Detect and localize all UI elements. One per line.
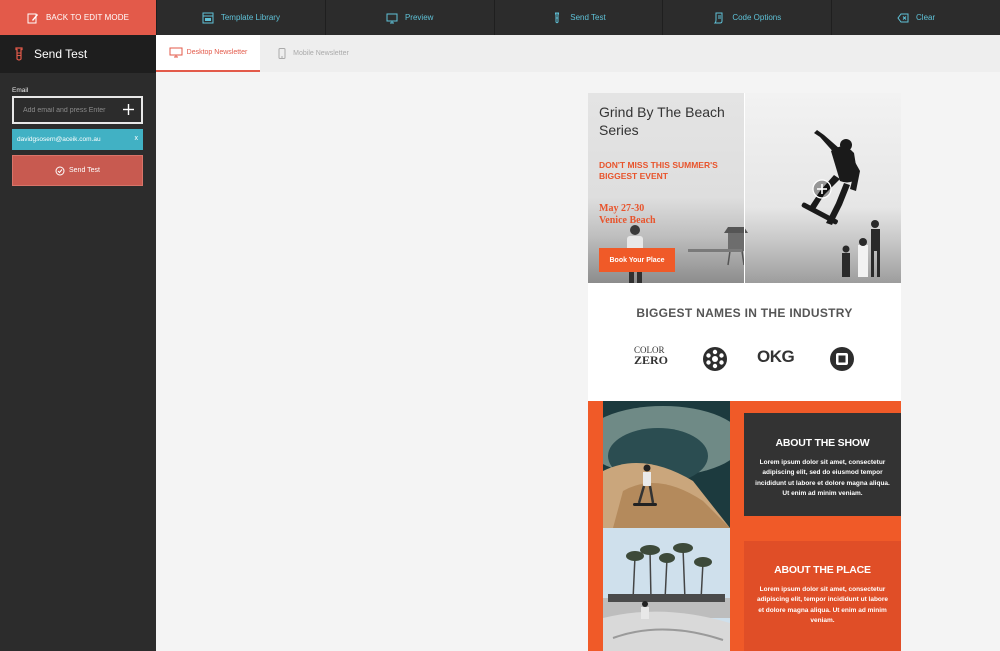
venice-beach-photo [603, 528, 730, 651]
sponsors-title: BIGGEST NAMES IN THE INDUSTRY [636, 306, 853, 320]
nav-send-test[interactable]: Send Test [493, 0, 663, 35]
hero-divider [744, 93, 745, 283]
add-block-icon[interactable] [812, 179, 832, 199]
nav-clear-label: Clear [916, 13, 936, 22]
top-toolbar: BACK TO EDIT MODE Template Library Previ… [0, 0, 1000, 35]
wheel-logo-icon [703, 347, 727, 371]
nav-code-options-label: Code Options [732, 13, 782, 22]
plus-icon[interactable] [122, 103, 135, 116]
okg-logo: OKG [757, 347, 795, 366]
preview-canvas: Grind By The Beach Series DON'T MISS THI… [156, 72, 1000, 651]
remove-email-button[interactable]: x [135, 135, 139, 142]
about-place-section: ABOUT THE PLACE Lorem ipsum dolor sit am… [588, 528, 901, 651]
send-test-button[interactable]: Send Test [12, 155, 143, 186]
tab-mobile-label: Mobile Newsletter [293, 50, 349, 57]
back-to-edit-button[interactable]: BACK TO EDIT MODE [0, 0, 156, 35]
about-place-box: ABOUT THE PLACE Lorem ipsum dolor sit am… [744, 541, 901, 651]
about-place-text: Lorem ipsum dolor sit amet, consectetur … [756, 586, 889, 624]
nav-template-library[interactable]: Template Library [156, 0, 325, 35]
sidebar-title: Send Test [34, 47, 88, 61]
newsletter-preview: Grind By The Beach Series DON'T MISS THI… [588, 93, 901, 651]
hero-date-line2: Venice Beach [599, 215, 656, 226]
template-icon [202, 12, 214, 23]
flask-icon [555, 12, 560, 23]
square-logo-icon [830, 347, 854, 371]
about-show-text: Lorem ipsum dolor sit amet, consectetur … [755, 459, 890, 497]
tab-mobile-newsletter[interactable]: Mobile Newsletter [260, 35, 364, 72]
edit-icon [27, 13, 38, 23]
hero-section: Grind By The Beach Series DON'T MISS THI… [588, 93, 901, 283]
hero-date: May 27-30 Venice Beach [599, 203, 656, 227]
email-input[interactable] [23, 106, 123, 114]
color-zero-logo: COLOR ZERO [634, 345, 669, 367]
email-input-wrapper [12, 96, 143, 124]
back-to-edit-label: BACK TO EDIT MODE [45, 13, 130, 22]
email-label: Email [12, 87, 29, 94]
email-chip: davidgsosern@aceik.com.au x [12, 129, 143, 150]
color-zero-logo-line2: ZERO [634, 353, 669, 367]
email-chip-text: davidgsosern@aceik.com.au [17, 136, 101, 143]
sponsors-section: BIGGEST NAMES IN THE INDUSTRY COLOR ZERO… [588, 283, 901, 401]
clear-icon [897, 13, 909, 22]
nav-preview-label: Preview [404, 13, 434, 22]
about-place-title: ABOUT THE PLACE [774, 564, 871, 576]
about-show-box: ABOUT THE SHOW Lorem ipsum dolor sit ame… [744, 413, 901, 516]
send-test-label: Send Test [68, 167, 100, 174]
desktop-icon [169, 47, 183, 58]
hero-date-line1: May 27-30 [599, 203, 645, 214]
about-show-section: ABOUT THE SHOW Lorem ipsum dolor sit ame… [588, 401, 901, 528]
flask-icon [15, 47, 23, 61]
sidebar-header: Send Test [0, 35, 156, 73]
nav-send-test-label: Send Test [570, 13, 606, 22]
book-place-button[interactable]: Book Your Place [599, 248, 675, 272]
hero-title: Grind By The Beach Series [599, 104, 725, 138]
sidebar: Send Test Email davidgsosern@aceik.com.a… [0, 35, 156, 651]
hero-subtitle: DON'T MISS THIS SUMMER'S BIGGEST EVENT [599, 160, 718, 181]
nav-template-library-label: Template Library [220, 13, 280, 22]
about-show-title: ABOUT THE SHOW [775, 437, 870, 449]
nav-clear[interactable]: Clear [831, 0, 1000, 35]
mobile-icon [278, 48, 286, 59]
skatepark-photo [603, 401, 730, 528]
code-icon [714, 12, 723, 23]
view-tabs: Desktop Newsletter Mobile Newsletter [156, 35, 1000, 72]
nav-preview[interactable]: Preview [324, 0, 494, 35]
check-circle-icon [55, 166, 65, 175]
tab-desktop-newsletter[interactable]: Desktop Newsletter [156, 35, 260, 72]
nav-code-options[interactable]: Code Options [662, 0, 831, 35]
monitor-icon [386, 13, 398, 23]
tab-desktop-label: Desktop Newsletter [186, 49, 248, 56]
